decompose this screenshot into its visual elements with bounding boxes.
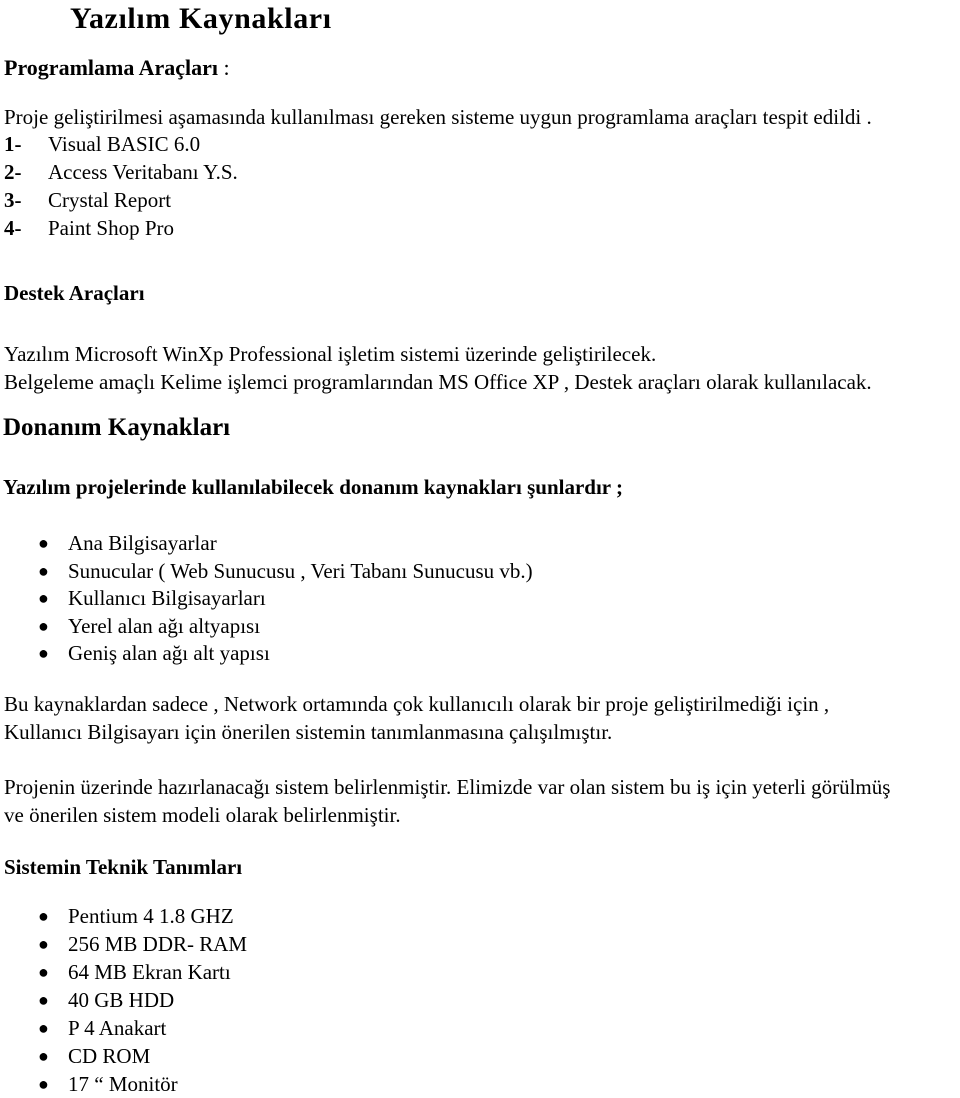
bullet-icon: ●	[38, 615, 49, 636]
list-item: ● CD ROM	[0, 1042, 247, 1070]
heading-programming-tools-colon: :	[218, 55, 230, 80]
list-item: 4- Paint Shop Pro	[4, 214, 238, 242]
list-item-number: 4-	[4, 216, 22, 240]
programming-tools-list: 1- Visual BASIC 6.0 2- Access Veritabanı Y…	[4, 130, 238, 242]
list-item: ● Yerel alan ağı altyapısı	[0, 613, 533, 641]
list-item-number: 2-	[4, 160, 22, 184]
technical-specs-list: ● Pentium 4 1.8 GHZ ● 256 MB DDR- RAM ● 64 …	[0, 902, 247, 1098]
list-item-number: 1-	[4, 132, 22, 156]
list-item: ● Kullanıcı Bilgisayarları	[0, 585, 533, 613]
list-item-label: Paint Shop Pro	[48, 216, 175, 240]
document-page: Yazılım Kaynakları Programlama Araçları …	[0, 0, 960, 1096]
list-item-label: 64 MB Ekran Kartı	[68, 960, 231, 984]
list-item-label: CD ROM	[68, 1044, 151, 1068]
list-item-label: Access Veritabanı Y.S.	[48, 160, 238, 184]
paragraph-programming-intro: Proje geliştirilmesi aşamasında kullanıl…	[4, 105, 872, 129]
paragraph-line: Bu kaynaklardan sadece , Network ortamın…	[4, 692, 830, 716]
paragraph-line: Projenin üzerinde hazırlanacağı sistem b…	[4, 775, 891, 799]
list-item-label: 17 “ Monitör	[68, 1072, 178, 1096]
paragraph-line: Yazılım Microsoft WinXp Professional işl…	[4, 342, 657, 366]
list-item-label: Kullanıcı Bilgisayarları	[68, 586, 266, 610]
list-item: ● Ana Bilgisayarlar	[0, 530, 533, 558]
hardware-resources-list: ● Ana Bilgisayarlar ● Sunucular ( Web Sunu…	[0, 530, 533, 668]
list-item-label: Yerel alan ağı altyapısı	[68, 613, 261, 638]
list-item-label: Sunucular ( Web Sunucusu , Veri Tabanı S…	[68, 558, 533, 583]
bullet-icon: ●	[38, 533, 49, 553]
bullet-icon: ●	[38, 1046, 49, 1066]
paragraph-line: Kullanıcı Bilgisayarı için önerilen sist…	[4, 720, 613, 744]
heading-support-tools: Destek Araçları	[4, 281, 145, 305]
list-item: ● Pentium 4 1.8 GHZ	[0, 902, 247, 930]
list-item: ● 64 MB Ekran Kartı	[0, 958, 247, 986]
list-item: 1- Visual BASIC 6.0	[4, 130, 238, 158]
list-item-label: Ana Bilgisayarlar	[68, 531, 217, 555]
heading-programming-tools-label: Programlama Araçları	[4, 55, 219, 80]
bullet-icon: ●	[38, 990, 49, 1010]
list-item: ● Sunucular ( Web Sunucusu , Veri Tabanı …	[0, 558, 533, 586]
paragraph-network-note: Bu kaynaklardan sadece , Network ortamın…	[4, 690, 960, 746]
list-item-number: 3-	[4, 188, 22, 212]
list-item: ● 17 “ Monitör	[0, 1070, 247, 1098]
list-item-label: Crystal Report	[48, 188, 172, 212]
paragraph-hardware-lead: Yazılım projelerinde kullanılabilecek do…	[3, 475, 623, 499]
paragraph-line: ve önerilen sistem modeli olarak belirle…	[4, 803, 401, 827]
list-item: ● Geniş alan ağı alt yapısı	[0, 640, 533, 668]
bullet-icon: ●	[38, 560, 49, 581]
list-item-label: P 4 Anakart	[68, 1016, 167, 1040]
list-item-label: Visual BASIC 6.0	[48, 132, 201, 156]
list-item-label: 40 GB HDD	[68, 988, 175, 1012]
bullet-icon: ●	[38, 962, 49, 982]
heading-programming-tools: Programlama Araçları :	[4, 55, 230, 81]
paragraph-support-tools: Yazılım Microsoft WinXp Professional işl…	[4, 340, 960, 396]
list-item-label: Pentium 4 1.8 GHZ	[68, 904, 234, 928]
list-item-label: 256 MB DDR- RAM	[68, 932, 248, 956]
list-item: ● P 4 Anakart	[0, 1014, 247, 1042]
bullet-icon: ●	[38, 588, 49, 608]
bullet-icon: ●	[38, 1074, 49, 1094]
paragraph-line: Belgeleme amaçlı Kelime işlemci programl…	[4, 370, 872, 394]
list-item: 2- Access Veritabanı Y.S.	[4, 158, 238, 186]
list-item: 3- Crystal Report	[4, 186, 238, 214]
paragraph-project-note: Projenin üzerinde hazırlanacağı sistem b…	[4, 773, 960, 829]
heading-technical-specs: Sistemin Teknik Tanımları	[4, 855, 243, 879]
bullet-icon: ●	[38, 934, 49, 954]
heading-hardware-resources: Donanım Kaynakları	[3, 414, 231, 441]
list-item: ● 40 GB HDD	[0, 986, 247, 1014]
list-item-label: Geniş alan ağı alt yapısı	[68, 641, 270, 665]
list-item: ● 256 MB DDR- RAM	[0, 930, 247, 958]
bullet-icon: ●	[38, 643, 49, 663]
bullet-icon: ●	[38, 1018, 49, 1038]
page-title: Yazılım Kaynakları	[70, 2, 332, 35]
bullet-icon: ●	[38, 906, 49, 926]
